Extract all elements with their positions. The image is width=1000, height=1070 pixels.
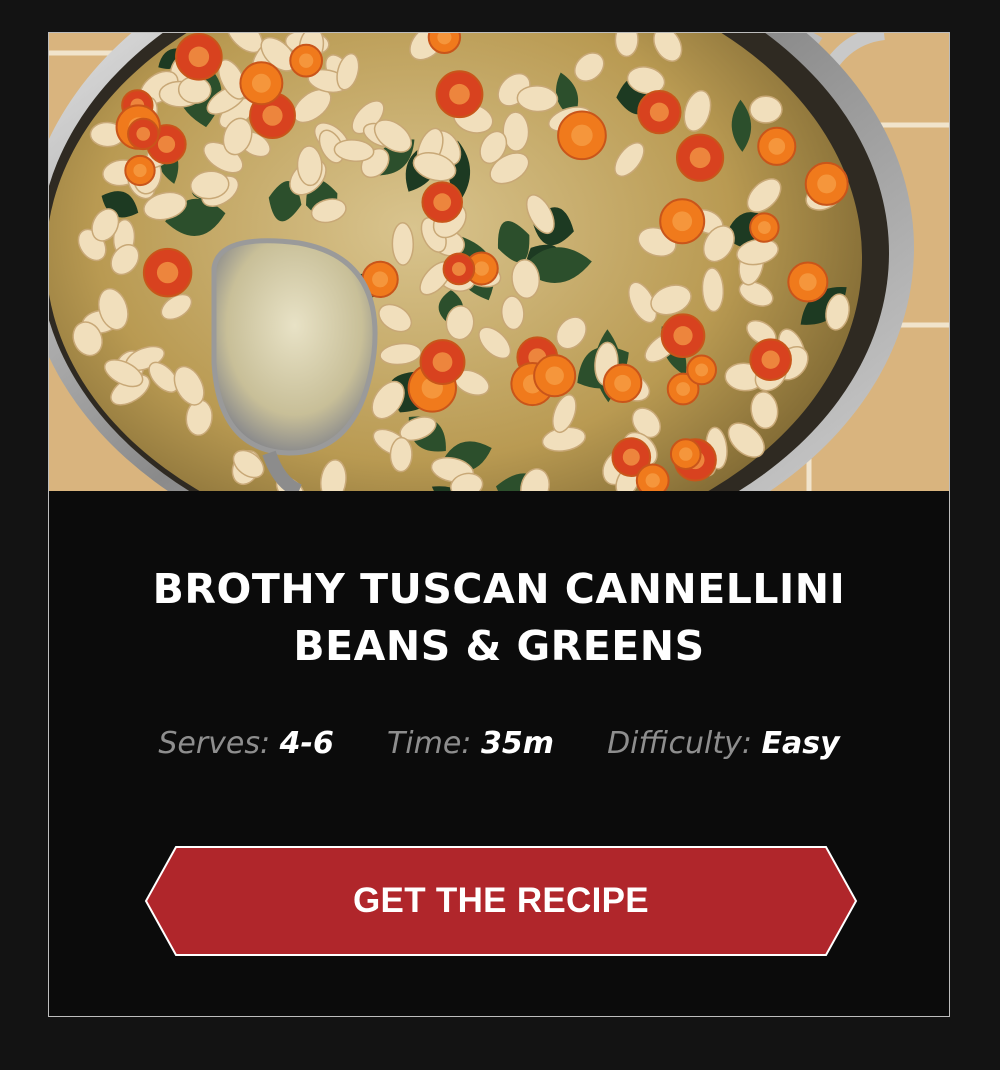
recipe-hero-image[interactable] [49, 33, 949, 491]
time-value: 35m [480, 726, 554, 761]
difficulty-value: Easy [761, 726, 840, 761]
recipe-meta: Serves: 4-6 Time: 35m Difficulty: Easy [49, 726, 949, 761]
difficulty-label: Difficulty: [607, 726, 752, 761]
recipe-title-line-1: BROTHY TUSCAN CANNELLINI [152, 565, 846, 613]
get-recipe-button[interactable]: GET THE RECIPE [144, 846, 858, 956]
recipe-card: BROTHY TUSCAN CANNELLINI BEANS & GREENS … [48, 32, 950, 1017]
soup-photo-icon [49, 33, 949, 491]
serves-label: Serves: [158, 726, 271, 761]
get-recipe-label: GET THE RECIPE [353, 881, 649, 920]
serves-value: 4-6 [279, 726, 334, 761]
recipe-title-line-2: BEANS & GREENS [293, 622, 705, 670]
time-label: Time: [386, 726, 472, 761]
recipe-title: BROTHY TUSCAN CANNELLINI BEANS & GREENS [49, 561, 949, 675]
